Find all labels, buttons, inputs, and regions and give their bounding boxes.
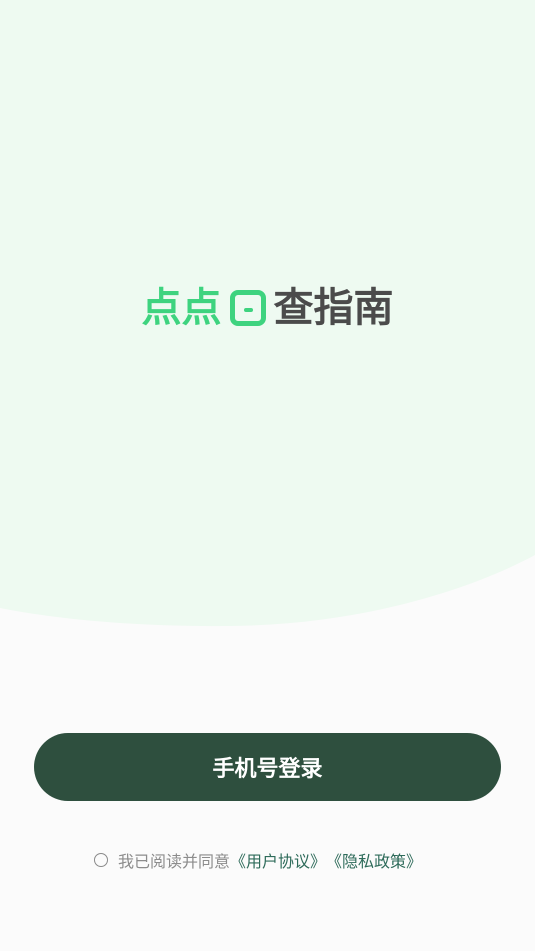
logo-text-dian: 点点	[141, 285, 222, 331]
agreement-row: 我已阅读并同意 《用户协议》 《隐私政策》	[94, 846, 422, 874]
logo-text-guide: 查指南	[273, 285, 394, 331]
privacy-policy-link[interactable]: 《隐私政策》	[326, 848, 422, 872]
login-screen: 点点 查指南 手机号登录 我已阅读并同意 《用户协议》 《隐私政策》	[0, 0, 535, 951]
agreement-text: 我已阅读并同意	[118, 852, 231, 871]
user-agreement-link[interactable]: 《用户协议》	[230, 848, 326, 872]
agreement-radio[interactable]	[94, 853, 108, 867]
phone-login-button[interactable]: 手机号登录	[34, 733, 501, 801]
app-logo: 点点 查指南	[0, 283, 535, 333]
minus-box-icon	[229, 290, 266, 326]
